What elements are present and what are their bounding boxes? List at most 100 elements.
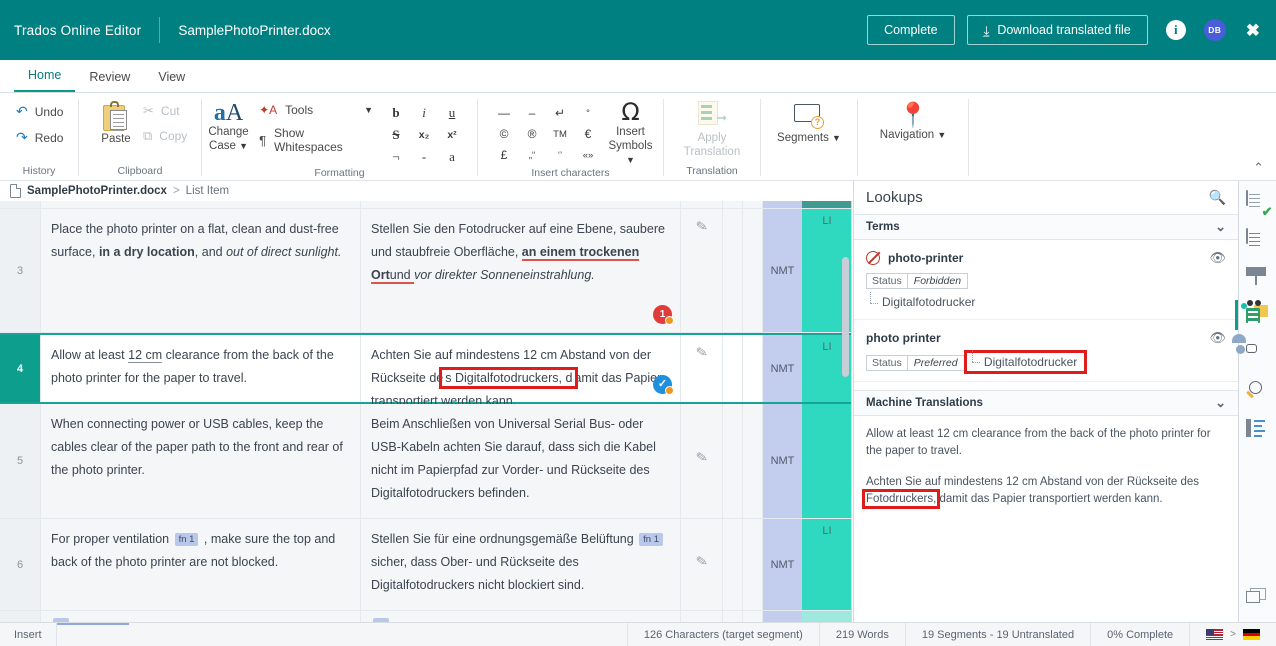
chevron-down-icon[interactable]: ⌄ — [1215, 395, 1226, 411]
not-sign-button[interactable]: ¬ — [392, 149, 399, 165]
paste-button[interactable]: Paste — [93, 99, 139, 145]
degree-button[interactable]: ° — [586, 108, 590, 119]
pencil-icon[interactable]: ✎ — [694, 552, 709, 571]
term-entry[interactable]: photo-printer 👁 Status Forbidden Digital… — [854, 240, 1238, 320]
table-row-active[interactable]: 4 Allow at least 12 cm clearance from th… — [0, 333, 851, 404]
underline-button[interactable]: u — [449, 105, 456, 121]
table-row[interactable]: 5 When connecting power or USB cables, k… — [0, 404, 851, 519]
pencil-icon[interactable]: ✎ — [694, 217, 709, 236]
tab-view[interactable]: View — [144, 70, 199, 92]
navigation-button[interactable]: 📍 Navigation ▼ — [868, 99, 958, 141]
undo-button[interactable]: ↶ Undo — [16, 103, 63, 120]
cut-button[interactable]: ✂ Cut — [143, 103, 187, 119]
copy-button[interactable]: ⧉ Copy — [143, 128, 187, 144]
segment-grid[interactable]: 3 Place the photo printer on a flat, cle… — [0, 201, 852, 622]
section-header-machine-translations[interactable]: Machine Translations ⌄ — [854, 390, 1238, 416]
return-button[interactable]: ↵ — [555, 106, 565, 120]
en-dash-button[interactable]: – — [529, 106, 536, 120]
target-cell-editing[interactable]: Achten Sie auf mindestens 12 cm Abstand … — [360, 335, 680, 402]
concordance-search-icon[interactable] — [1246, 381, 1270, 405]
machine-translation-entry[interactable]: Allow at least 12 cm clearance from the … — [854, 416, 1238, 532]
insert-symbols-button[interactable]: Ω Insert Symbols ▼ — [604, 99, 657, 167]
termbase-icon[interactable] — [1246, 305, 1270, 329]
guillemets-button[interactable]: «» — [583, 150, 594, 161]
paste-icon — [103, 101, 129, 131]
avatar[interactable]: DB — [1204, 19, 1226, 41]
collapse-ribbon-button[interactable]: ⌃ — [1253, 160, 1264, 176]
footnote-tag[interactable]: fn 1 — [175, 533, 199, 546]
euro-button[interactable]: € — [585, 127, 592, 141]
bold-button[interactable]: b — [392, 105, 399, 121]
status-badge[interactable]: 1 — [653, 305, 672, 324]
term-translation-highlighted[interactable]: Digitalfotodrucker — [968, 354, 1083, 370]
pencil-icon[interactable]: ✎ — [694, 343, 709, 362]
pound-button[interactable]: £ — [501, 148, 508, 162]
breadcrumb-leaf[interactable]: List Item — [186, 185, 229, 197]
search-icon[interactable]: 🔍 — [1209, 189, 1226, 206]
comments-icon[interactable] — [1246, 343, 1270, 367]
registered-button[interactable]: ® — [528, 127, 537, 141]
edit-cell[interactable]: ✎ — [680, 209, 722, 332]
section-header-terms[interactable]: Terms ⌄ — [854, 214, 1238, 240]
strikethrough-button[interactable]: S — [392, 127, 399, 143]
superscript-button[interactable]: x² — [447, 129, 456, 141]
em-dash-button[interactable]: — — [498, 106, 510, 120]
tab-review[interactable]: Review — [75, 70, 144, 92]
redo-icon: ↷ — [16, 129, 28, 146]
complete-button[interactable]: Complete — [867, 15, 955, 45]
target-cell[interactable]: Stellen Sie den Fotodrucker auf eine Ebe… — [360, 209, 680, 332]
source-cell[interactable]: Allow at least 12 cm clearance from the … — [40, 335, 360, 402]
target-cell[interactable]: Stellen Sie für eine ordnungsgemäße Belü… — [360, 519, 680, 610]
preview-window-icon[interactable] — [1246, 588, 1270, 612]
german-quotes-button[interactable]: „“ — [529, 150, 535, 161]
source-cell[interactable]: Place the photo printer on a flat, clean… — [40, 209, 360, 332]
chevron-down-icon[interactable]: ▼ — [239, 141, 248, 151]
subscript-button[interactable]: x₂ — [419, 129, 430, 141]
row-number-cell: 6 — [0, 519, 40, 610]
clear-format-button[interactable]: a — [449, 149, 455, 165]
apply-translation-button[interactable]: ➞ Apply Translation — [680, 99, 744, 159]
italic-button[interactable]: i — [422, 105, 426, 121]
source-cell[interactable]: When connecting power or USB cables, kee… — [40, 404, 360, 518]
mt-target-text: Achten Sie auf mindestens 12 cm Abstand … — [866, 474, 1226, 508]
redo-button[interactable]: ↷ Redo — [16, 129, 63, 146]
trademark-button[interactable]: TM — [553, 129, 567, 140]
navigation-chevron-down-icon[interactable]: ▼ — [937, 130, 946, 140]
translation-results-icon[interactable]: ✔ — [1246, 191, 1270, 215]
copyright-button[interactable]: © — [500, 127, 509, 141]
source-cell[interactable]: For proper ventilation fn 1 , make sure … — [40, 519, 360, 610]
insert-symbols-chevron-down-icon[interactable]: ▼ — [626, 155, 635, 165]
single-quotes-button[interactable]: ‘’ — [558, 150, 562, 161]
info-icon[interactable]: i — [1166, 20, 1186, 40]
eye-icon[interactable]: 👁 — [1209, 330, 1226, 346]
term-translation[interactable]: Digitalfotodrucker — [866, 295, 1226, 309]
change-case-button[interactable]: aA Change Case ▼ — [208, 99, 249, 153]
chevron-down-icon[interactable]: ⌄ — [1215, 219, 1226, 235]
table-row[interactable]: 3 Place the photo printer on a flat, cle… — [0, 209, 851, 333]
close-icon[interactable]: ✖ — [1246, 22, 1260, 39]
grid-scrollbar-thumb[interactable] — [842, 257, 849, 377]
edit-cell[interactable]: ✎ — [680, 519, 722, 610]
edit-cell[interactable]: ✎ — [680, 404, 722, 518]
tools-chevron-down-icon[interactable]: ▼ — [364, 105, 373, 115]
status-badge[interactable]: ✓ — [653, 375, 672, 394]
table-row[interactable]: 6 For proper ventilation fn 1 , make sur… — [0, 519, 851, 611]
footnote-tag[interactable]: fn 1 — [639, 533, 663, 546]
eye-icon[interactable]: 👁 — [1209, 250, 1226, 266]
download-translated-file-button[interactable]: ⤓̲ Download translated file — [967, 15, 1148, 45]
segments-button[interactable]: ? Segments ▼ — [771, 99, 847, 144]
edit-cell[interactable]: ✎ — [680, 335, 722, 402]
breadcrumb-document[interactable]: SamplePhotoPrinter.docx — [27, 185, 167, 197]
term-entry[interactable]: photo printer 👁 Status Preferred Digital… — [854, 320, 1238, 382]
target-cell[interactable]: Beim Anschließen von Universal Serial Bu… — [360, 404, 680, 518]
show-whitespaces-button[interactable]: ¶ Show Whitespaces — [259, 126, 373, 154]
pencil-icon[interactable]: ✎ — [694, 448, 709, 467]
tools-button[interactable]: ✦A Tools ▼ — [259, 103, 373, 117]
segments-chevron-down-icon[interactable]: ▼ — [832, 133, 841, 143]
structure-list-icon[interactable] — [1246, 419, 1270, 443]
dash-button[interactable]: - — [422, 149, 426, 165]
tab-home[interactable]: Home — [14, 68, 75, 92]
filter-icon[interactable] — [1246, 267, 1270, 291]
document-icon[interactable] — [1246, 229, 1270, 253]
language-pair[interactable]: > — [1189, 623, 1276, 646]
